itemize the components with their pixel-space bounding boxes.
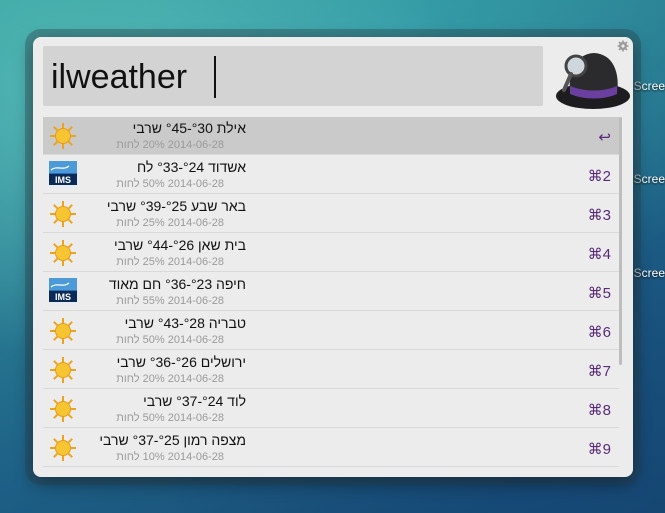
result-subtitle: 2014-06-28 20% לחות bbox=[116, 373, 224, 385]
alfred-window: ilweather אילת °30-°45 שרבי 2014-06-28 20… bbox=[33, 37, 633, 477]
text-caret bbox=[214, 56, 216, 98]
result-title: באר שבע °25-°39 שרבי bbox=[106, 198, 246, 214]
result-title: טבריה °28-°43 שרבי bbox=[124, 315, 246, 331]
result-title: לוד °24-°37 שרבי bbox=[143, 393, 246, 409]
result-shortcut: ↩ bbox=[598, 129, 611, 146]
results-list: אילת °30-°45 שרבי 2014-06-28 20% לחות ↩ IMS… bbox=[43, 117, 621, 469]
sun-icon bbox=[49, 200, 77, 228]
result-shortcut: ⌘8 bbox=[587, 402, 611, 419]
result-row[interactable]: לוד °24-°37 שרבי 2014-06-28 50% לחות ⌘8 bbox=[43, 390, 619, 428]
result-subtitle: 2014-06-28 25% לחות bbox=[116, 256, 224, 268]
result-shortcut: ⌘4 bbox=[587, 246, 611, 263]
result-title: ירושלים °26-°36 שרבי bbox=[116, 354, 246, 370]
results-scrollbar[interactable] bbox=[619, 117, 622, 365]
result-shortcut: ⌘7 bbox=[587, 363, 611, 380]
desktop-file-label[interactable]: Scree bbox=[634, 266, 665, 280]
result-subtitle: 2014-06-28 50% לחות bbox=[116, 178, 224, 190]
result-row[interactable]: באר שבע °25-°39 שרבי 2014-06-28 25% לחות ⌘… bbox=[43, 195, 619, 233]
svg-text:IMS: IMS bbox=[55, 292, 71, 302]
search-input[interactable]: ilweather bbox=[43, 46, 543, 106]
result-title: אשדוד °24-°33 לח bbox=[136, 159, 246, 175]
result-row[interactable]: ירושלים °26-°36 שרבי 2014-06-28 20% לחות ⌘… bbox=[43, 351, 619, 389]
result-row[interactable]: בית שאן °26-°44 שרבי 2014-06-28 25% לחות ⌘… bbox=[43, 234, 619, 272]
result-shortcut: ⌘6 bbox=[587, 324, 611, 341]
sun-icon bbox=[49, 434, 77, 462]
sun-icon bbox=[49, 122, 77, 150]
result-subtitle: 2014-06-28 10% לחות bbox=[116, 451, 224, 463]
result-shortcut: ⌘2 bbox=[587, 168, 611, 185]
alfred-hat-logo-icon bbox=[556, 53, 630, 109]
result-subtitle: 2014-06-28 25% לחות bbox=[116, 217, 224, 229]
result-title: אילת °30-°45 שרבי bbox=[132, 120, 246, 136]
result-row[interactable]: IMS חיפה °23-°36 חם מאוד 2014-06-28 55% לח… bbox=[43, 273, 619, 311]
result-shortcut: ⌘9 bbox=[587, 441, 611, 458]
desktop-file-label[interactable]: Scree bbox=[634, 79, 665, 93]
ims-logo-icon: IMS bbox=[49, 278, 77, 306]
sun-icon bbox=[49, 395, 77, 423]
result-subtitle: 2014-06-28 50% לחות bbox=[116, 412, 224, 424]
result-row[interactable]: IMS אשדוד °24-°33 לח 2014-06-28 50% לחות ⌘2 bbox=[43, 156, 619, 194]
svg-text:IMS: IMS bbox=[55, 175, 71, 185]
result-title: חיפה °23-°36 חם מאוד bbox=[108, 276, 246, 292]
sun-icon bbox=[49, 317, 77, 345]
result-subtitle: 2014-06-28 50% לחות bbox=[116, 334, 224, 346]
result-row[interactable]: טבריה °28-°43 שרבי 2014-06-28 50% לחות ⌘6 bbox=[43, 312, 619, 350]
sun-icon bbox=[49, 356, 77, 384]
desktop-file-label[interactable]: Scree bbox=[634, 172, 665, 186]
result-subtitle: 2014-06-28 55% לחות bbox=[116, 295, 224, 307]
result-subtitle: 2014-06-28 20% לחות bbox=[116, 139, 224, 151]
result-title: מצפה רמון °25-°37 שרבי bbox=[99, 432, 246, 448]
result-shortcut: ⌘3 bbox=[587, 207, 611, 224]
result-row[interactable]: מצפה רמון °25-°37 שרבי 2014-06-28 10% לחו… bbox=[43, 429, 619, 467]
search-query: ilweather bbox=[51, 58, 188, 96]
result-shortcut: ⌘5 bbox=[587, 285, 611, 302]
sun-icon bbox=[49, 239, 77, 267]
ims-logo-icon: IMS bbox=[49, 161, 77, 189]
result-row[interactable]: אילת °30-°45 שרבי 2014-06-28 20% לחות ↩ bbox=[43, 117, 619, 155]
result-title: בית שאן °26-°44 שרבי bbox=[113, 237, 246, 253]
